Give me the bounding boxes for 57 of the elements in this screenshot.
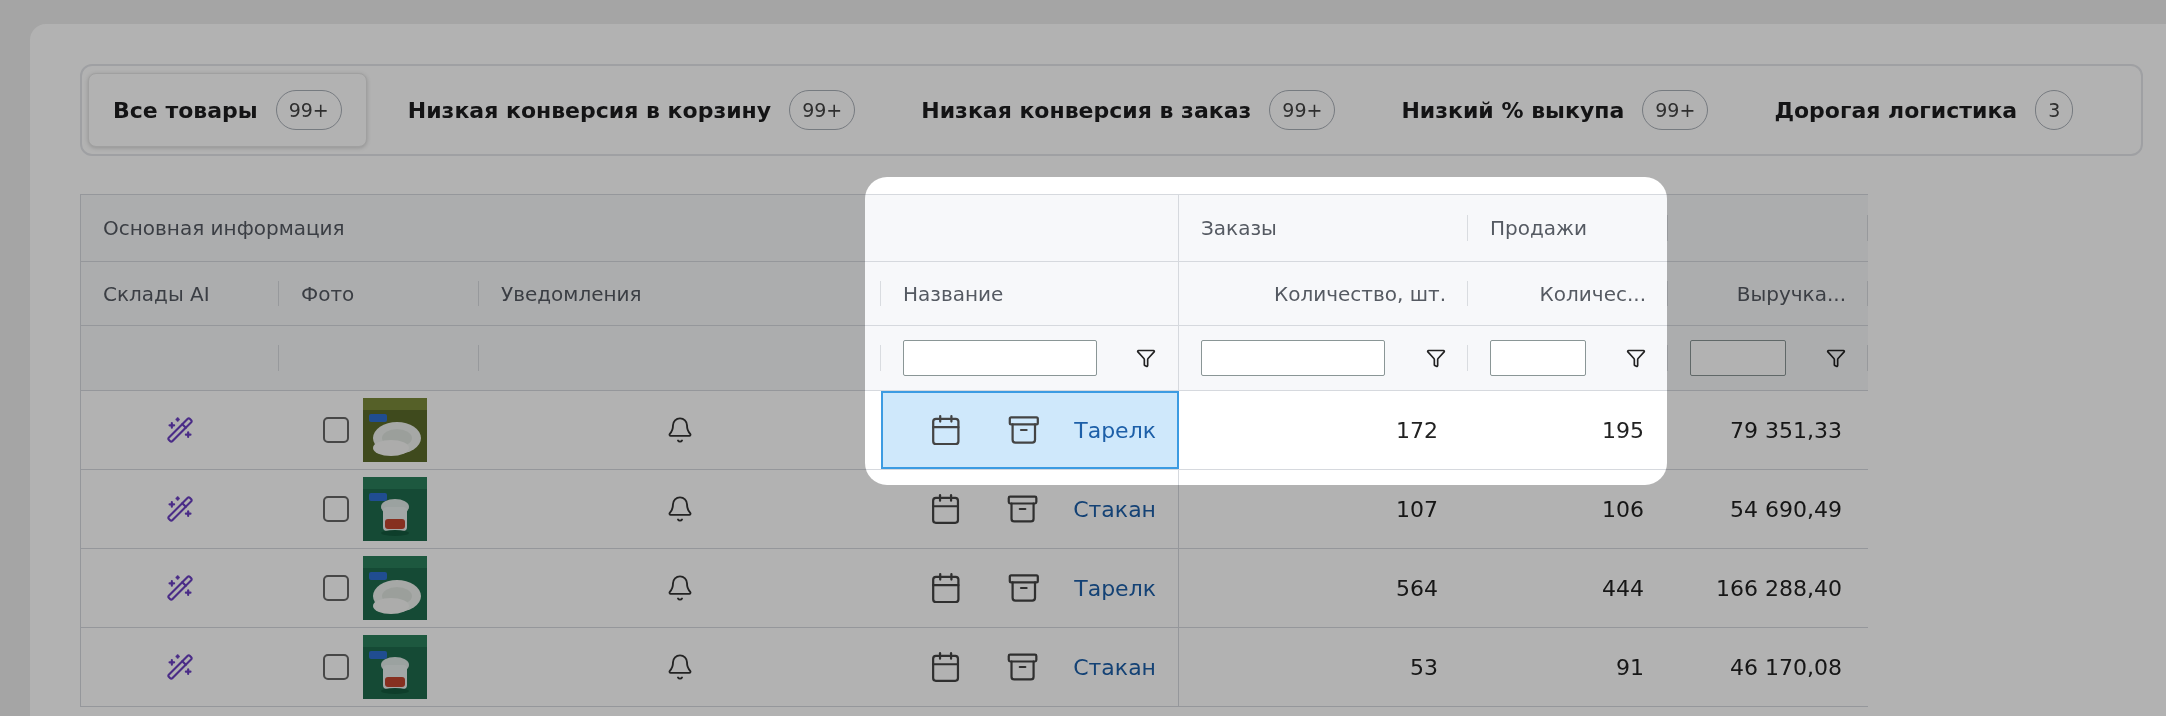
table-cell: 444: [1602, 575, 1644, 601]
row-checkbox[interactable]: [323, 417, 349, 443]
archive-icon[interactable]: [1006, 492, 1040, 526]
magic-wand-icon[interactable]: [166, 416, 194, 444]
bell-icon[interactable]: [666, 495, 694, 523]
filter-field[interactable]: [1690, 340, 1786, 376]
column-header[interactable]: Выручка...: [1736, 281, 1846, 306]
filter-icon[interactable]: [1136, 348, 1156, 368]
row-checkbox[interactable]: [323, 575, 349, 601]
magic-wand-icon[interactable]: [166, 495, 194, 523]
table-cell: 107: [1396, 496, 1438, 522]
product-name-link[interactable]: Стакан: [1073, 496, 1156, 522]
table-cell: 106: [1602, 496, 1644, 522]
filter-tab[interactable]: Дорогая логистика 3: [1749, 73, 2099, 147]
column-header[interactable]: Уведомления: [501, 281, 642, 306]
product-name-link[interactable]: Тарелк: [1074, 417, 1156, 443]
product-name-link[interactable]: Стакан: [1073, 654, 1156, 680]
table-cell: 54 690,49: [1730, 496, 1842, 522]
column-header[interactable]: Количество, шт.: [1273, 281, 1446, 306]
filter-field[interactable]: [903, 340, 1097, 376]
column-header[interactable]: Склады AI: [103, 281, 210, 306]
column-header[interactable]: Фото: [301, 281, 355, 306]
row-checkbox[interactable]: [323, 496, 349, 522]
filter-field[interactable]: [1201, 340, 1385, 376]
bell-icon[interactable]: [666, 574, 694, 602]
table-cell: 564: [1396, 575, 1438, 601]
calendar-icon[interactable]: [929, 413, 963, 447]
table-cell: 172: [1396, 417, 1438, 443]
filter-tab[interactable]: Низкий % выкупа 99+: [1376, 73, 1734, 147]
table-cell: 166 288,40: [1716, 575, 1842, 601]
product-name-link[interactable]: Тарелк: [1074, 575, 1156, 601]
magic-wand-icon[interactable]: [166, 653, 194, 681]
bell-icon[interactable]: [666, 653, 694, 681]
column-group-header: Продажи: [1490, 216, 1588, 240]
archive-icon[interactable]: [1006, 571, 1041, 605]
filter-tab[interactable]: Низкая конверсия в заказ 99+: [896, 73, 1361, 147]
filter-icon[interactable]: [1626, 348, 1646, 368]
column-header[interactable]: Название: [903, 281, 1004, 306]
filter-field[interactable]: [1490, 340, 1586, 376]
archive-icon[interactable]: [1006, 650, 1040, 684]
column-group-header: Основная информация: [103, 216, 345, 240]
table-cell: 79 351,33: [1730, 417, 1842, 443]
table-cell: 195: [1602, 417, 1644, 443]
filter-icon[interactable]: [1826, 348, 1846, 368]
magic-wand-icon[interactable]: [166, 574, 194, 602]
column-header[interactable]: Количес...: [1539, 281, 1646, 306]
filter-tab[interactable]: Низкая конверсия в корзину 99+: [382, 73, 881, 147]
filter-icon[interactable]: [1426, 348, 1446, 368]
row-checkbox[interactable]: [323, 654, 349, 680]
filter-tab[interactable]: Все товары 99+: [88, 73, 367, 147]
table-cell: 46 170,08: [1730, 654, 1842, 680]
archive-icon[interactable]: [1006, 413, 1041, 447]
bell-icon[interactable]: [666, 416, 694, 444]
calendar-icon[interactable]: [929, 571, 963, 605]
table-cell: 53: [1410, 654, 1438, 680]
column-group-header: Заказы: [1201, 216, 1277, 240]
table-cell: 91: [1616, 654, 1644, 680]
